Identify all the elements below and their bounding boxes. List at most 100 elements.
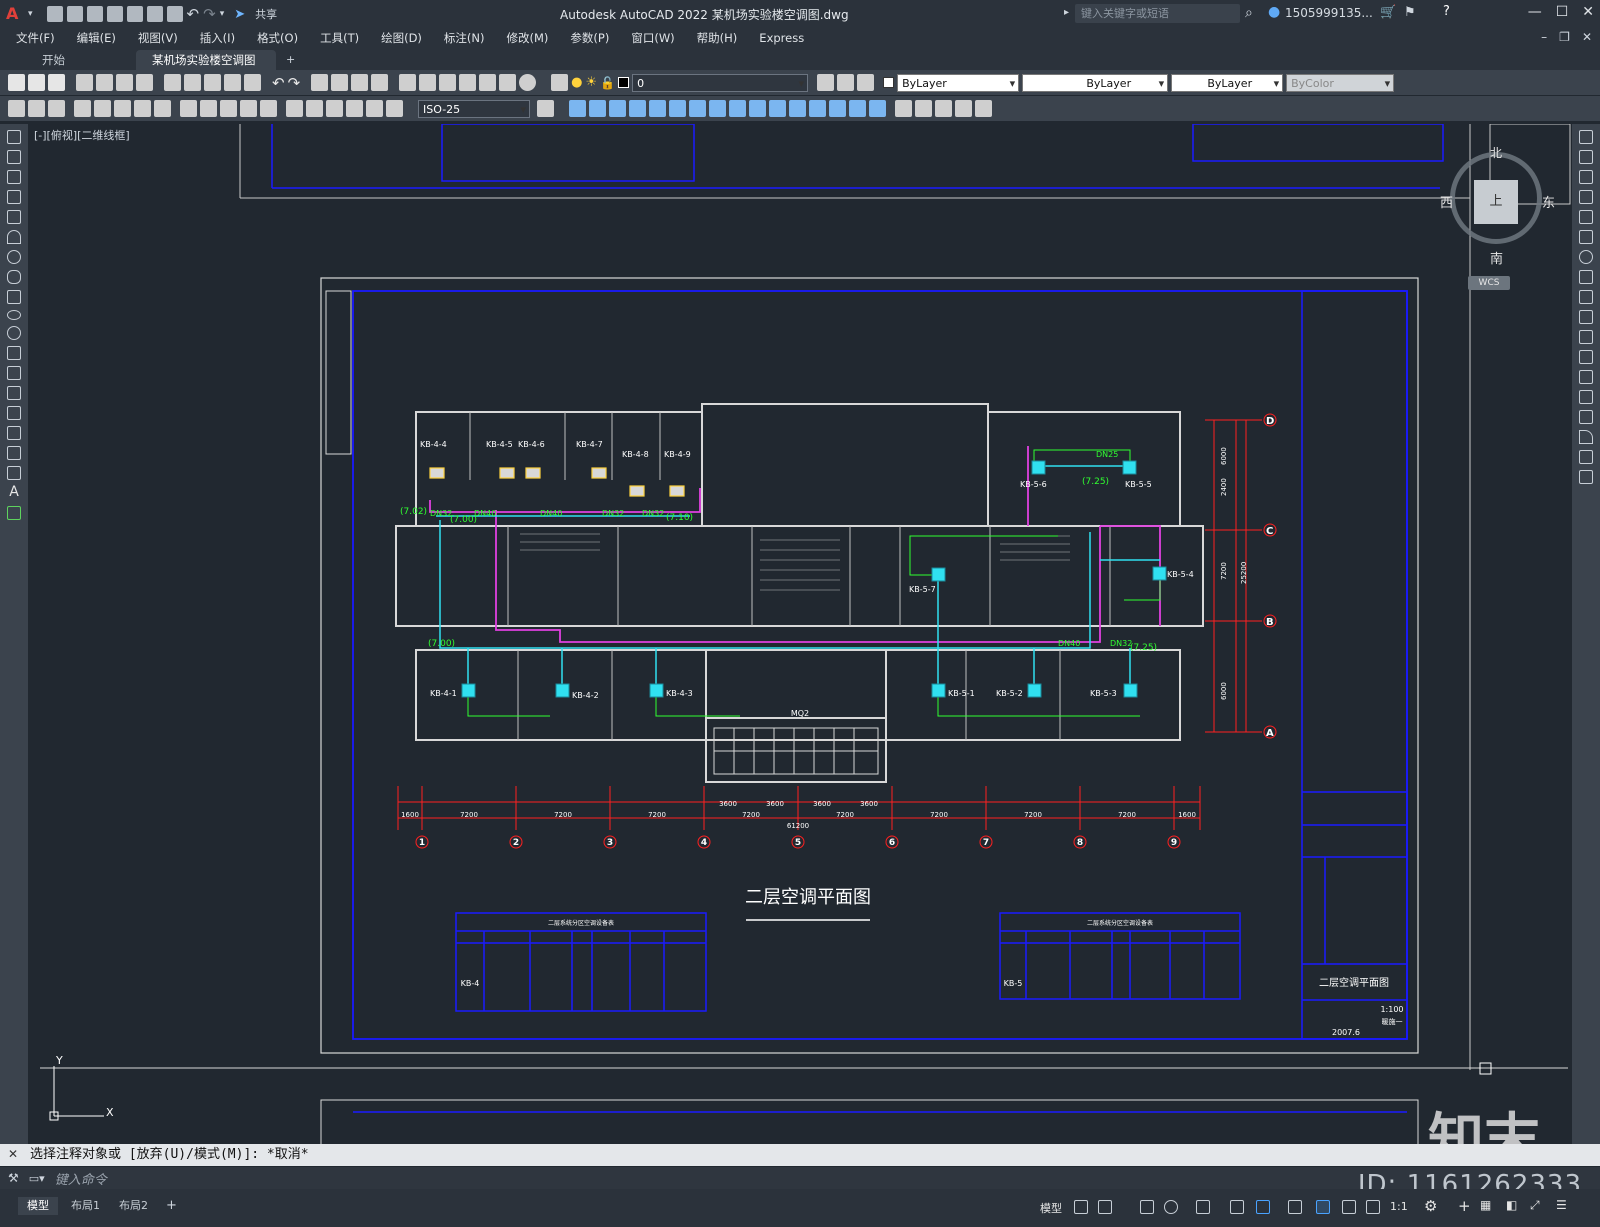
undo-icon[interactable]: ↶ xyxy=(272,74,285,92)
open-icon[interactable] xyxy=(28,74,45,91)
dim-diameter-icon[interactable] xyxy=(134,100,151,117)
point-icon[interactable] xyxy=(7,386,21,400)
fullscreen-icon[interactable]: ⤢ xyxy=(1530,1198,1540,1213)
copy-icon[interactable] xyxy=(1579,150,1593,164)
move-icon[interactable] xyxy=(1579,230,1593,244)
circle-icon[interactable] xyxy=(7,250,21,264)
dim-break-icon[interactable] xyxy=(260,100,277,117)
search-icon[interactable]: ⌕ xyxy=(1245,5,1253,21)
tool-palettes-icon[interactable] xyxy=(439,74,457,91)
command-prompt-icon[interactable]: ▭▾ xyxy=(29,1172,45,1185)
layout-tab-model[interactable]: 模型 xyxy=(18,1197,58,1215)
cart-icon[interactable]: 🛒 xyxy=(1380,5,1396,20)
dim-edit-icon[interactable] xyxy=(366,100,383,117)
rotate-icon[interactable] xyxy=(689,100,706,117)
isodraft-icon[interactable] xyxy=(1196,1200,1210,1214)
make-block-icon[interactable] xyxy=(7,366,21,380)
break-icon[interactable] xyxy=(789,100,806,117)
publish-icon[interactable] xyxy=(126,6,143,22)
blend-curves-icon[interactable] xyxy=(1579,450,1593,464)
polar-icon[interactable] xyxy=(1164,1200,1178,1214)
tab-drawing[interactable]: 某机场实验楼空调图* ✕ xyxy=(136,50,276,87)
line-icon[interactable] xyxy=(7,130,21,144)
model-space-button[interactable]: 模型 xyxy=(1040,1200,1062,1216)
move-icon[interactable] xyxy=(669,100,686,117)
stretch-icon[interactable] xyxy=(729,100,746,117)
autocad-logo-icon[interactable]: A xyxy=(6,5,24,23)
customize-status-icon[interactable]: ☰ xyxy=(1556,1198,1567,1212)
dim-continue-icon[interactable] xyxy=(220,100,237,117)
dimstyle-dropdown[interactable]: ISO-25 xyxy=(418,99,530,119)
copy-object-icon[interactable] xyxy=(589,100,606,117)
join-icon[interactable] xyxy=(1579,390,1593,404)
calculator-icon[interactable] xyxy=(499,74,517,91)
viewcube[interactable]: 上 北 南 西 东 xyxy=(1438,140,1558,270)
menu-item-insert[interactable]: 插入(I) xyxy=(200,30,235,46)
make-current-layer-icon[interactable] xyxy=(817,74,835,91)
linetype-dropdown[interactable]: ByLayer xyxy=(1022,73,1169,93)
array-icon[interactable] xyxy=(649,100,666,117)
close-button[interactable]: ✕ xyxy=(1582,4,1594,20)
arc-icon[interactable] xyxy=(7,230,21,244)
viewcube-east[interactable]: 东 xyxy=(1542,192,1555,211)
layer-states-icon[interactable] xyxy=(857,74,875,91)
block-editor-icon[interactable] xyxy=(244,74,261,91)
open-file-icon[interactable] xyxy=(66,6,83,22)
object-snap-tracking-icon[interactable] xyxy=(1230,1200,1244,1214)
polyline-icon[interactable] xyxy=(7,170,21,184)
extend-icon[interactable] xyxy=(1579,330,1593,344)
menu-item-view[interactable]: 视图(V) xyxy=(138,30,178,46)
dim-arc-icon[interactable] xyxy=(48,100,65,117)
menu-item-window[interactable]: 窗口(W) xyxy=(631,30,674,46)
center-mark-icon[interactable] xyxy=(306,100,323,117)
properties-icon[interactable] xyxy=(399,74,417,91)
rotate-icon[interactable] xyxy=(1579,250,1593,264)
menu-item-file[interactable]: 文件(F) xyxy=(16,30,55,46)
add-layout-icon[interactable]: + xyxy=(166,1198,177,1213)
lineweight-dropdown[interactable]: ByLayer xyxy=(1171,73,1284,93)
stretch-icon[interactable] xyxy=(1579,290,1593,304)
grid-icon[interactable] xyxy=(1074,1200,1088,1214)
ellipse-icon[interactable] xyxy=(7,310,21,320)
dim-radius-icon[interactable] xyxy=(94,100,111,117)
3d-print-icon[interactable] xyxy=(136,74,153,91)
mirror-icon[interactable] xyxy=(1579,170,1593,184)
plot-preview-icon[interactable] xyxy=(146,6,163,22)
paste-icon[interactable] xyxy=(204,74,221,91)
menu-item-draw[interactable]: 绘图(D) xyxy=(381,30,422,46)
viewcube-south[interactable]: 南 xyxy=(1490,248,1503,267)
plotstyle-dropdown[interactable]: ByColor xyxy=(1286,73,1395,93)
draw-order-icon[interactable] xyxy=(895,100,912,117)
help-icon[interactable] xyxy=(519,74,537,91)
lineweight-icon[interactable] xyxy=(1288,1200,1302,1214)
menu-item-express[interactable]: Express xyxy=(759,31,804,45)
dim-space-icon[interactable] xyxy=(240,100,257,117)
help-search-input[interactable]: 键入关键字或短语 xyxy=(1075,4,1240,23)
dim-baseline-icon[interactable] xyxy=(200,100,217,117)
polygon-icon[interactable] xyxy=(7,190,21,204)
fillet-icon[interactable] xyxy=(1579,430,1593,444)
print-icon[interactable] xyxy=(76,74,93,91)
ellipse-arc-icon[interactable] xyxy=(7,326,21,340)
new-file-icon[interactable] xyxy=(46,6,63,22)
tolerance-icon[interactable] xyxy=(286,100,303,117)
revision-cloud-icon[interactable] xyxy=(7,270,21,284)
save-icon[interactable] xyxy=(86,6,103,22)
viewcube-north[interactable]: 北 xyxy=(1490,144,1502,161)
mtext-icon[interactable]: A xyxy=(0,484,28,500)
trim-icon[interactable] xyxy=(1579,310,1593,324)
chamfer-icon[interactable] xyxy=(829,100,846,117)
bring-front-icon[interactable] xyxy=(915,100,932,117)
offset-icon[interactable] xyxy=(1579,190,1593,204)
fillet-icon[interactable] xyxy=(849,100,866,117)
text-front-icon[interactable] xyxy=(955,100,972,117)
plot-preview-icon[interactable] xyxy=(96,74,113,91)
print-icon[interactable] xyxy=(166,6,183,22)
doc-close-button[interactable]: ✕ xyxy=(1582,30,1592,44)
join-icon[interactable] xyxy=(809,100,826,117)
command-input[interactable]: 键入命令 xyxy=(55,1169,107,1188)
help-icon[interactable]: ? xyxy=(1443,4,1450,19)
layer-dropdown[interactable]: 0 xyxy=(632,73,809,93)
dim-ordinate-icon[interactable] xyxy=(74,100,91,117)
menu-item-tools[interactable]: 工具(T) xyxy=(320,30,359,46)
